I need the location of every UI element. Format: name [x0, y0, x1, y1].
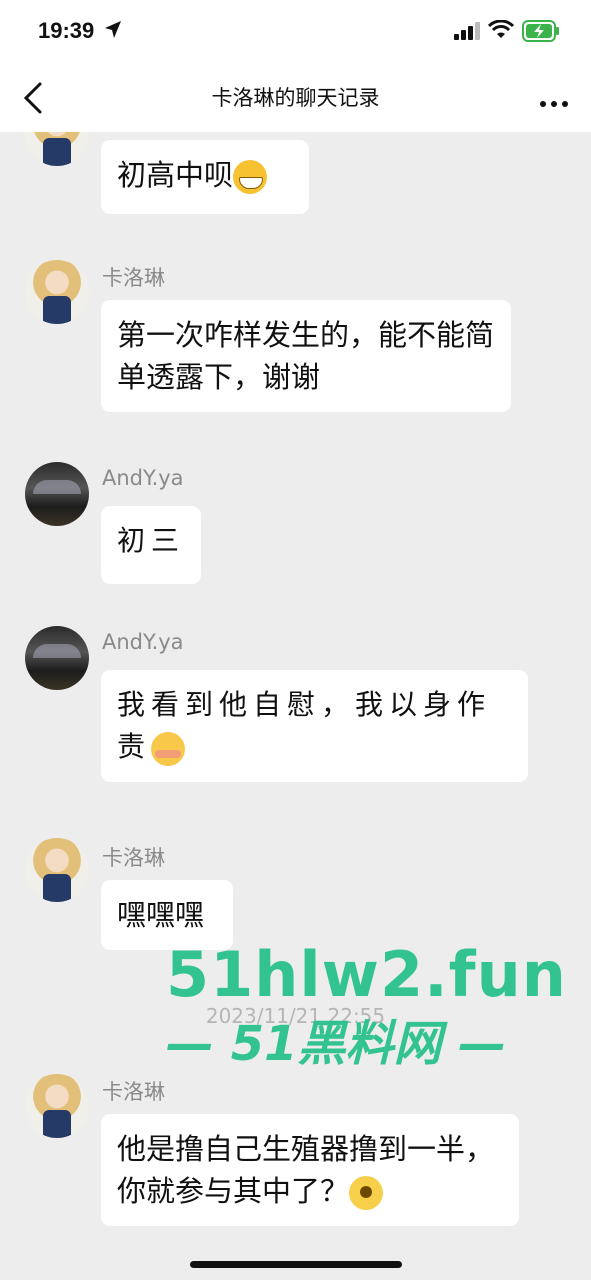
grin-emoji-icon [233, 160, 268, 194]
flushed-face-emoji-icon [349, 1176, 384, 1210]
page-title: 卡洛琳的聊天记录 [211, 86, 380, 110]
more-options-icon[interactable] [540, 92, 573, 111]
cellular-signal-icon [454, 22, 480, 40]
wifi-icon [488, 20, 514, 38]
avatar[interactable] [25, 626, 89, 690]
message-bubble[interactable]: 初高中呗 [101, 140, 309, 214]
message-text: 第一次咋样发生的，能不能简单透露下，谢谢 [117, 318, 495, 394]
chat-history[interactable]: 初高中呗 卡洛琳 第一次咋样发生的，能不能简单透露下，谢谢 AndY.ya 初三… [0, 132, 591, 1280]
location-arrow-icon [105, 21, 121, 38]
message-bubble[interactable]: 我看到他自慰，我以身作责 [101, 670, 528, 782]
status-bar: 19:39 [0, 0, 591, 64]
sender-name: 卡洛琳 [102, 846, 165, 870]
message-bubble[interactable]: 第一次咋样发生的，能不能简单透露下，谢谢 [101, 300, 511, 412]
message-text: 嘿嘿嘿 [117, 898, 205, 932]
sender-name: AndY.ya [102, 466, 184, 490]
avatar[interactable] [25, 132, 89, 166]
shy-face-emoji-icon [151, 731, 186, 766]
avatar[interactable] [25, 838, 89, 902]
message-bubble[interactable]: 初三 [101, 506, 201, 584]
avatar[interactable] [25, 260, 89, 324]
avatar[interactable] [25, 462, 89, 526]
message-text: 他是撸自己生殖器撸到一半，你就参与其中了？ [117, 1132, 495, 1208]
watermark-domain: 51hlw2.fun [166, 938, 567, 1011]
status-time: 19:39 [38, 18, 95, 43]
watermark-site-name: — 51黑料网 — [166, 1016, 507, 1072]
home-indicator[interactable] [190, 1261, 402, 1268]
avatar[interactable] [25, 1074, 89, 1138]
message-text: 初高中呗 [117, 158, 234, 192]
message-bubble[interactable]: 他是撸自己生殖器撸到一半，你就参与其中了？ [101, 1114, 519, 1226]
battery-charging-icon [522, 20, 559, 42]
sender-name: AndY.ya [102, 630, 184, 654]
nav-bar: 卡洛琳的聊天记录 [0, 64, 591, 132]
message-text: 初三 [117, 524, 186, 557]
sender-name: 卡洛琳 [102, 1080, 165, 1104]
sender-name: 卡洛琳 [102, 266, 165, 290]
